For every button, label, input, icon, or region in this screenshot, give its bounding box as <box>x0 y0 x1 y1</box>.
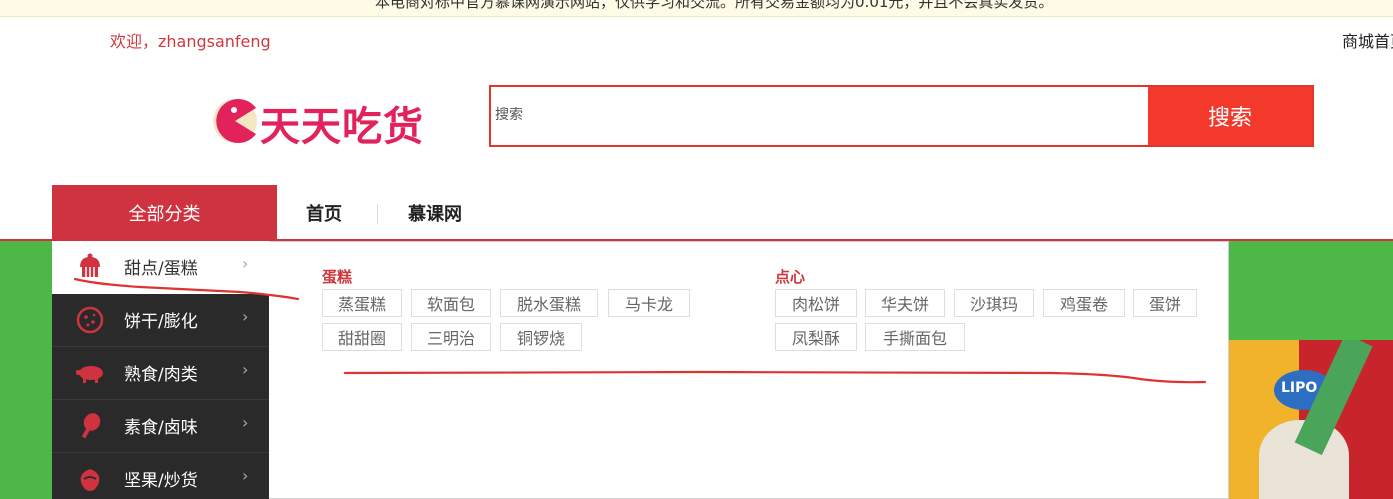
sidebar-item-nuts[interactable]: 坚果/炒货 › <box>52 453 269 499</box>
promo-image[interactable]: LIPO <box>1229 340 1393 499</box>
search-box: 搜索 <box>489 85 1314 147</box>
welcome-text: 欢迎，zhangsanfeng <box>110 32 271 51</box>
subcategory-panel: 蛋糕 蒸蛋糕 软面包 脱水蛋糕 马卡龙 甜甜圈 三明治 铜锣烧 点心 肉松饼 华… <box>269 241 1229 499</box>
category-sidebar: 甜点/蛋糕 › 饼干/膨化 › 熟食/肉类 › 素食/卤味 › 坚果/炒货 › <box>52 241 269 499</box>
group-title-snack: 点心 <box>775 268 806 286</box>
cake-icon <box>80 253 100 277</box>
sidebar-item-label: 饼干/膨化 <box>124 312 198 332</box>
subcategory-tag[interactable]: 华夫饼 <box>865 289 945 317</box>
sidebar-item-biscuit[interactable]: 饼干/膨化 › <box>52 294 269 347</box>
logo-text: 天天吃货 <box>260 104 424 150</box>
subcategory-tag[interactable]: 凤梨酥 <box>775 323 857 351</box>
subcategory-tag[interactable]: 铜锣烧 <box>500 323 582 351</box>
subcategory-tag[interactable]: 软面包 <box>411 289 491 317</box>
logo-mark-icon <box>213 99 257 143</box>
notice-bar: 本电商对标中官方慕课网演示网站，仅供学习和交流。所有交易金额均为0.01元，并且… <box>0 0 1393 17</box>
notice-text: 本电商对标中官方慕课网演示网站，仅供学习和交流。所有交易金额均为0.01元，并且… <box>375 0 1054 11</box>
drumstick-icon <box>81 413 101 439</box>
nav-item-imooc[interactable]: 慕课网 <box>408 200 462 226</box>
sidebar-item-dessert[interactable]: 甜点/蛋糕 › <box>52 241 269 294</box>
group-title-cake: 蛋糕 <box>322 268 353 286</box>
chevron-right-icon: › <box>242 466 249 485</box>
chevron-right-icon: › <box>242 254 249 273</box>
search-button[interactable]: 搜索 <box>1148 87 1312 145</box>
home-link[interactable]: 商城首页 <box>1342 28 1393 52</box>
subcategory-tag[interactable]: 脱水蛋糕 <box>500 289 598 317</box>
pig-icon <box>76 366 103 383</box>
subcategory-tag[interactable]: 肉松饼 <box>775 289 857 317</box>
nav-divider <box>377 204 378 224</box>
subcategory-tag[interactable]: 甜甜圈 <box>322 323 402 351</box>
subcategory-tag[interactable]: 沙琪玛 <box>954 289 1034 317</box>
nav-item-home[interactable]: 首页 <box>306 200 342 226</box>
sidebar-item-meat[interactable]: 熟食/肉类 › <box>52 347 269 400</box>
promo-label: LIPO <box>1281 380 1318 396</box>
subcategory-tag[interactable]: 蒸蛋糕 <box>322 289 402 317</box>
search-input[interactable] <box>495 95 1135 135</box>
sidebar-item-vegetarian[interactable]: 素食/卤味 › <box>52 400 269 453</box>
subcategory-tag[interactable]: 马卡龙 <box>608 289 690 317</box>
subcategory-tag[interactable]: 鸡蛋卷 <box>1043 289 1125 317</box>
sidebar-item-label: 甜点/蛋糕 <box>124 259 198 279</box>
subcategory-tag[interactable]: 蛋饼 <box>1133 289 1197 317</box>
chevron-right-icon: › <box>242 360 249 379</box>
chevron-right-icon: › <box>242 307 249 326</box>
subcategory-tag[interactable]: 手撕面包 <box>865 323 965 351</box>
sidebar-item-label: 坚果/炒货 <box>124 471 198 491</box>
chevron-right-icon: › <box>242 413 249 432</box>
subcategory-tag[interactable]: 三明治 <box>411 323 491 351</box>
nut-icon <box>80 469 100 491</box>
sidebar-item-label: 素食/卤味 <box>124 418 198 438</box>
cookie-icon <box>76 306 104 334</box>
all-categories-button[interactable]: 全部分类 <box>52 185 277 240</box>
sidebar-item-label: 熟食/肉类 <box>124 365 198 385</box>
logo[interactable]: 天天吃货 <box>212 92 444 150</box>
